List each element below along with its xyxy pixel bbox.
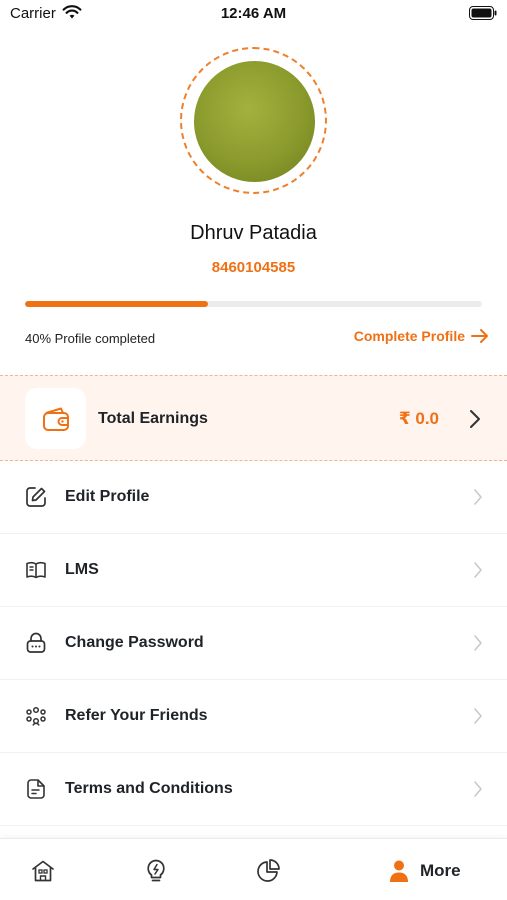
- nav-ideas[interactable]: [143, 857, 169, 885]
- nav-reports[interactable]: [255, 857, 281, 885]
- clock-time: 12:46 AM: [220, 5, 287, 22]
- menu-item-label: Terms and Conditions: [65, 780, 233, 797]
- bottom-nav: More: [0, 838, 507, 900]
- chevron-right-icon: [474, 635, 482, 651]
- chevron-right-icon: [474, 562, 482, 578]
- user-name: Dhruv Patadia: [190, 222, 317, 244]
- bulb-icon: [147, 859, 165, 882]
- pie-chart-icon: [257, 859, 280, 882]
- total-earnings-card[interactable]: Total Earnings ₹ 0.0: [0, 375, 507, 461]
- profile-progress-bar: [25, 301, 482, 307]
- complete-profile-link[interactable]: Complete Profile: [354, 328, 489, 344]
- menu-item-label: LMS: [65, 561, 99, 578]
- user-icon: [390, 860, 408, 882]
- nav-more-label: More: [420, 861, 461, 880]
- avatar[interactable]: [194, 61, 315, 182]
- profile-screen: Carrier 12:46 AM Dhruv Patadia 846010458…: [0, 0, 507, 900]
- status-bar: Carrier 12:46 AM: [0, 0, 507, 28]
- edit-icon: [26, 487, 46, 507]
- wallet-icon-box: [25, 388, 86, 449]
- menu-item-lms[interactable]: LMS: [0, 534, 507, 607]
- people-icon: [26, 706, 46, 726]
- menu-item-change-password[interactable]: Change Password: [0, 607, 507, 680]
- user-phone: 8460104585: [211, 259, 296, 276]
- chevron-right-icon: [474, 489, 482, 505]
- menu-item-label: Change Password: [65, 634, 204, 651]
- total-earnings-value: ₹ 0.0: [398, 409, 439, 428]
- chevron-right-icon: [474, 708, 482, 724]
- menu-item-terms[interactable]: Terms and Conditions: [0, 753, 507, 826]
- chevron-right-icon: [474, 781, 482, 797]
- profile-progress-fill: [25, 301, 208, 307]
- menu-item-label: Edit Profile: [65, 488, 150, 505]
- menu-item-edit-profile[interactable]: Edit Profile: [0, 461, 507, 534]
- total-earnings-label: Total Earnings: [98, 410, 208, 427]
- book-icon: [26, 562, 46, 579]
- menu-item-refer-friends[interactable]: Refer Your Friends: [0, 680, 507, 753]
- nav-home[interactable]: [30, 857, 56, 885]
- arrow-right-icon: [471, 329, 488, 343]
- battery-icon: [469, 6, 497, 20]
- home-icon: [32, 860, 54, 882]
- lock-icon: [26, 632, 46, 653]
- complete-profile-label: Complete Profile: [353, 328, 465, 344]
- nav-more[interactable]: More: [386, 857, 461, 885]
- settings-menu: Edit Profile LMS Change Password Refer Y…: [0, 461, 507, 826]
- document-icon: [27, 779, 45, 799]
- wallet-icon: [42, 407, 69, 431]
- profile-completion-text: 40% Profile completed: [25, 331, 156, 346]
- chevron-right-icon: [470, 410, 480, 428]
- menu-item-label: Refer Your Friends: [65, 707, 208, 724]
